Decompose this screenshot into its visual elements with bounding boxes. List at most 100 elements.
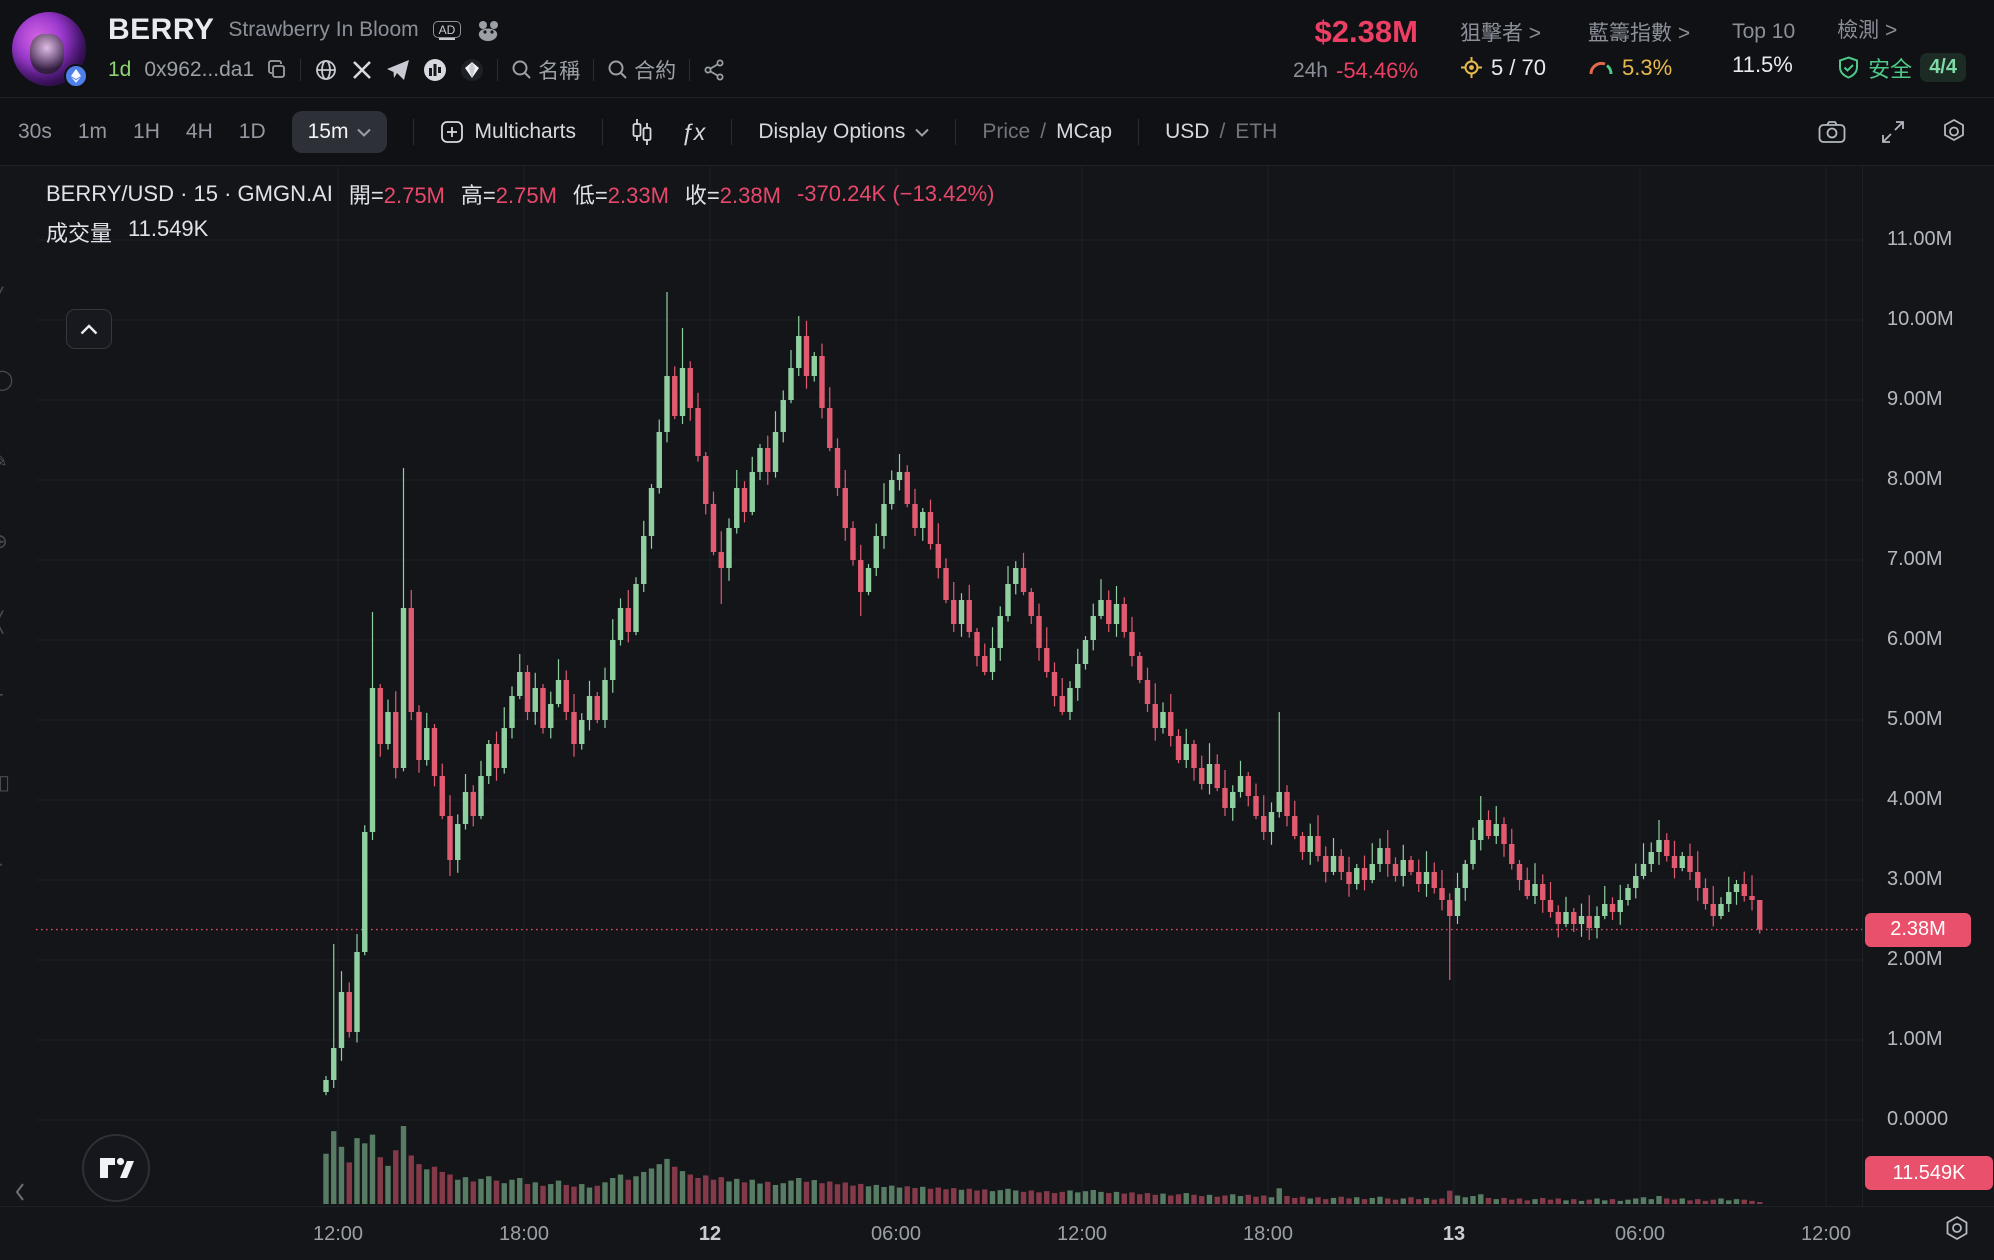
volume-bar <box>641 1172 646 1204</box>
token-avatar[interactable] <box>12 12 86 86</box>
volume-bar <box>331 1131 336 1204</box>
interval-4h[interactable]: 4H <box>186 120 213 144</box>
candle-body <box>1122 604 1127 632</box>
screenshot-camera-icon[interactable] <box>1818 120 1846 144</box>
sniper-stat[interactable]: 狙擊者 > 5 / 70 <box>1460 17 1546 81</box>
volume-value: 11.549K <box>128 216 208 248</box>
candle-body <box>1587 916 1592 928</box>
fullscreen-expand-icon[interactable] <box>1880 119 1906 145</box>
volume-bar <box>1571 1199 1576 1204</box>
candle-body <box>1184 744 1189 760</box>
analytics-icon[interactable] <box>423 58 447 82</box>
usd-option[interactable]: USD <box>1165 120 1209 144</box>
copy-icon[interactable] <box>267 60 287 80</box>
bluechip-label: 藍籌指數 > <box>1588 17 1690 47</box>
volume-bar <box>1300 1197 1305 1204</box>
price-axis-label: 11.00M <box>1887 228 1952 251</box>
x-twitter-icon[interactable] <box>351 59 373 81</box>
bluechip-stat[interactable]: 藍籌指數 > 5.3% <box>1588 17 1690 81</box>
usd-eth-toggle[interactable]: USD / ETH <box>1165 120 1277 144</box>
candle-body <box>1532 884 1537 896</box>
share-icon[interactable] <box>703 59 725 81</box>
tradingview-logo[interactable] <box>82 1134 150 1202</box>
volume-bar <box>1098 1192 1103 1204</box>
price-axis-label: 4.00M <box>1887 788 1943 811</box>
candle-body <box>1013 568 1018 584</box>
chart-settings-gear-icon[interactable] <box>1940 118 1968 146</box>
volume-bar <box>1215 1197 1220 1204</box>
volume-bar <box>1122 1194 1127 1204</box>
candle-body <box>1416 872 1421 884</box>
candle-body <box>1067 688 1072 712</box>
price-axis[interactable]: 11.00M10.00M9.00M8.00M7.00M6.00M5.00M4.0… <box>1862 166 1994 1206</box>
interval-1d[interactable]: 1D <box>239 120 266 144</box>
left-panel-collapse-icon[interactable] <box>14 1182 26 1202</box>
price-option[interactable]: Price <box>982 120 1030 144</box>
multicharts-button[interactable]: Multicharts <box>440 120 576 144</box>
candle-body <box>1036 616 1041 648</box>
volume-bar <box>967 1189 972 1204</box>
candle-body <box>602 680 607 720</box>
volume-bar <box>664 1159 669 1204</box>
interval-selector-15m[interactable]: 15m <box>292 111 388 153</box>
eth-option[interactable]: ETH <box>1235 120 1277 144</box>
gem-icon[interactable] <box>460 58 484 82</box>
drawing-toolbar-fragment[interactable]: ╱◯✎⊕╳T◫⌁ <box>0 286 22 1206</box>
volume-bar <box>339 1147 344 1204</box>
candle-body <box>982 656 987 672</box>
top10-value: 11.5% <box>1732 52 1793 78</box>
candle-body <box>804 336 809 376</box>
search-contract-label: 合約 <box>634 55 676 85</box>
audit-stat[interactable]: 檢測 > 安全 4/4 <box>1837 14 1966 84</box>
interval-1h[interactable]: 1H <box>133 120 160 144</box>
candle-body <box>726 528 731 568</box>
display-options-dropdown[interactable]: Display Options <box>758 120 929 144</box>
axis-settings-gear-icon[interactable] <box>1942 1214 1972 1244</box>
candle-body <box>889 480 894 504</box>
volume-bar <box>1424 1198 1429 1204</box>
legend-collapse-button[interactable] <box>66 309 112 349</box>
time-axis-label: 13 <box>1443 1207 1465 1260</box>
interval-1m[interactable]: 1m <box>78 120 107 144</box>
price-axis-label: 0.0000 <box>1887 1108 1948 1131</box>
price-axis-label: 5.00M <box>1887 708 1943 731</box>
candle-body <box>1517 864 1522 880</box>
candle-body <box>874 536 879 568</box>
series-title[interactable]: BERRY/USD · 15 · GMGN.AI <box>46 181 333 207</box>
volume-bar <box>1184 1193 1189 1204</box>
volume-bar <box>1393 1200 1398 1204</box>
candlestick-icon <box>629 118 655 146</box>
volume-bar <box>874 1185 879 1204</box>
volume-bar <box>1176 1194 1181 1204</box>
token-address[interactable]: 0x962...da1 <box>144 58 254 82</box>
volume-bar <box>1579 1201 1584 1204</box>
legend-open: 2.75M <box>384 183 445 208</box>
price-mcap-toggle[interactable]: Price / MCap <box>982 120 1112 144</box>
top10-stat[interactable]: Top 10 11.5% <box>1732 20 1795 78</box>
current-volume-tag: 11.549K <box>1865 1156 1993 1190</box>
candle-body <box>517 672 522 696</box>
volume-bar <box>1532 1199 1537 1204</box>
candle-body <box>1323 856 1328 872</box>
candle-body <box>339 992 344 1048</box>
mcap-option[interactable]: MCap <box>1056 120 1112 144</box>
search-by-name[interactable]: 名稱 <box>511 55 580 85</box>
search-by-contract[interactable]: 合約 <box>607 55 676 85</box>
candle-body <box>974 632 979 656</box>
website-globe-icon[interactable] <box>314 58 338 82</box>
candle-body <box>819 356 824 408</box>
interval-30s[interactable]: 30s <box>18 120 52 144</box>
time-axis-label: 18:00 <box>1243 1207 1293 1260</box>
volume-bar <box>1742 1200 1747 1204</box>
telegram-icon[interactable] <box>386 59 410 81</box>
candle-body <box>1199 768 1204 784</box>
candle-style-button[interactable] <box>629 118 655 146</box>
candle-body <box>688 368 693 408</box>
indicators-fx-button[interactable]: ƒx <box>681 119 705 146</box>
time-axis[interactable]: 12:0018:001206:0012:0018:001306:0012:00 <box>0 1206 1994 1260</box>
volume-bar <box>897 1188 902 1204</box>
chart-area[interactable]: BERRY/USD · 15 · GMGN.AI 開=2.75M 高=2.75M… <box>0 166 1994 1260</box>
candlestick-chart[interactable] <box>0 166 1994 1260</box>
candle-body <box>1315 836 1320 856</box>
volume-bar <box>587 1188 592 1204</box>
